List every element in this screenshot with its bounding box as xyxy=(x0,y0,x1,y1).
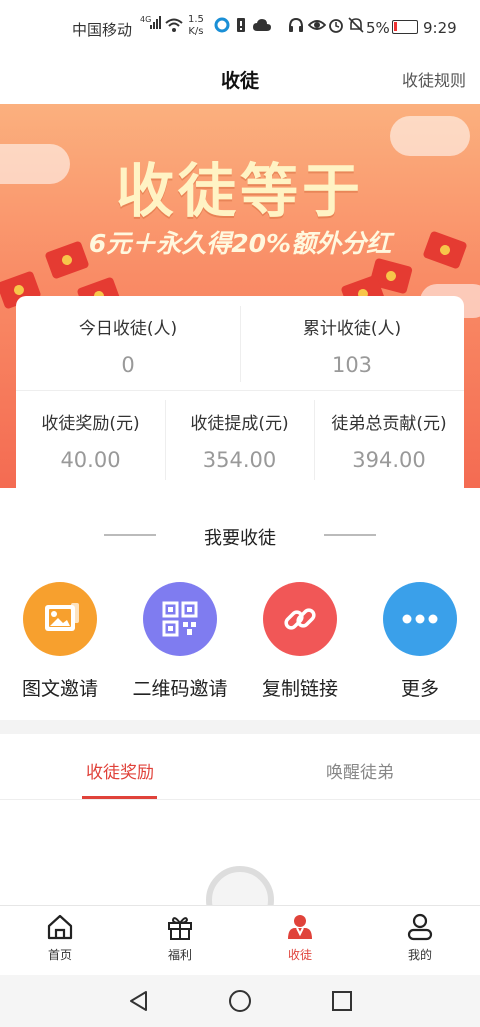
mute-icon xyxy=(348,17,364,37)
battery-percent: 5% xyxy=(366,19,390,37)
link-icon xyxy=(263,582,337,656)
nav-label: 收徒 xyxy=(287,948,312,962)
action-label: 复制链接 xyxy=(261,678,338,700)
net-speed: 1.5 K/s xyxy=(188,14,204,38)
stats-card: 今日收徒(人) 0 累计收徒(人) 103 收徒奖励(元) 40.00 收徒提成… xyxy=(16,296,464,488)
signal-icon: 4G xyxy=(140,14,162,35)
clock: 9:29 xyxy=(423,19,457,37)
stat-label: 收徒提成(元) xyxy=(190,414,289,434)
home-icon xyxy=(45,912,75,942)
stat-label: 徒弟总贡献(元) xyxy=(331,414,447,434)
carrier-name: 中国移动 xyxy=(72,21,133,39)
stat-value: 40.00 xyxy=(60,448,121,472)
banner-headline: 收徒等于 xyxy=(115,157,364,225)
system-nav-bar xyxy=(0,975,480,1027)
nav-home[interactable]: 首页 xyxy=(0,912,120,963)
app-header: 收徒 收徒规则 xyxy=(0,54,480,104)
recents-icon[interactable] xyxy=(330,989,354,1013)
tab-reward[interactable]: 收徒奖励 xyxy=(0,758,240,783)
stat-value: 103 xyxy=(331,353,373,377)
divider xyxy=(16,390,464,391)
stat-reward: 收徒奖励(元) 40.00 xyxy=(16,409,165,472)
bottom-nav: 首页 福利 收徒 我的 xyxy=(0,905,480,975)
divider xyxy=(240,306,241,382)
section-gap xyxy=(0,720,480,734)
user-icon xyxy=(405,912,435,942)
invite-heading-text: 我要收徒 xyxy=(204,528,276,549)
stat-label: 今日收徒(人) xyxy=(78,319,178,339)
headphone-icon xyxy=(288,17,304,37)
net-speed-unit: K/s xyxy=(188,26,204,37)
stat-label: 累计收徒(人) xyxy=(302,319,402,339)
nav-label: 首页 xyxy=(47,948,72,962)
stat-total: 累计收徒(人) 103 xyxy=(240,314,464,377)
stat-value: 354.00 xyxy=(202,448,277,472)
eye-icon xyxy=(307,17,327,37)
tab-bar: 收徒奖励 唤醒徒弟 xyxy=(0,734,480,800)
divider xyxy=(324,534,376,536)
action-label: 更多 xyxy=(400,678,439,700)
net-speed-value: 1.5 xyxy=(188,14,204,25)
tab-wake[interactable]: 唤醒徒弟 xyxy=(240,758,480,783)
alert-notification-icon xyxy=(236,17,246,37)
stat-value: 0 xyxy=(121,353,135,377)
gift-icon xyxy=(165,912,195,942)
more-button[interactable]: 更多 xyxy=(360,582,480,701)
qr-code-icon xyxy=(143,582,217,656)
image-text-invite-button[interactable]: 图文邀请 xyxy=(0,582,120,701)
nav-apprentice[interactable]: 收徒 xyxy=(240,912,360,963)
nav-label: 福利 xyxy=(167,948,192,962)
back-icon[interactable] xyxy=(127,989,151,1013)
rules-link[interactable]: 收徒规则 xyxy=(402,67,466,91)
stat-value: 394.00 xyxy=(352,448,426,472)
apprentice-icon xyxy=(285,912,315,942)
wifi-icon xyxy=(164,17,184,37)
nav-label: 我的 xyxy=(407,948,432,962)
status-bar: 中国移动 4G 1.5 K/s 5% 9:29 xyxy=(0,0,480,54)
stat-contribution: 徒弟总贡献(元) 394.00 xyxy=(314,409,464,472)
invite-heading: 我要收徒 xyxy=(0,522,480,552)
image-icon xyxy=(23,582,97,656)
stat-commission: 收徒提成(元) 354.00 xyxy=(165,409,314,472)
stat-label: 收徒奖励(元) xyxy=(41,414,140,434)
home-circle-icon[interactable] xyxy=(228,989,252,1013)
app-notification-icon xyxy=(214,17,230,37)
qr-code-invite-button[interactable]: 二维码邀请 xyxy=(120,582,240,701)
alarm-icon xyxy=(328,17,344,37)
more-icon xyxy=(383,582,457,656)
cloud-icon xyxy=(252,17,272,37)
stat-today: 今日收徒(人) 0 xyxy=(16,314,240,377)
battery-icon xyxy=(392,20,418,34)
action-label: 图文邀请 xyxy=(21,678,98,700)
active-tab-indicator xyxy=(82,796,157,799)
nav-welfare[interactable]: 福利 xyxy=(120,912,240,963)
nav-mine[interactable]: 我的 xyxy=(360,912,480,963)
svg-text:4G: 4G xyxy=(140,15,151,24)
copy-link-button[interactable]: 复制链接 xyxy=(240,582,360,701)
action-label: 二维码邀请 xyxy=(132,678,228,700)
